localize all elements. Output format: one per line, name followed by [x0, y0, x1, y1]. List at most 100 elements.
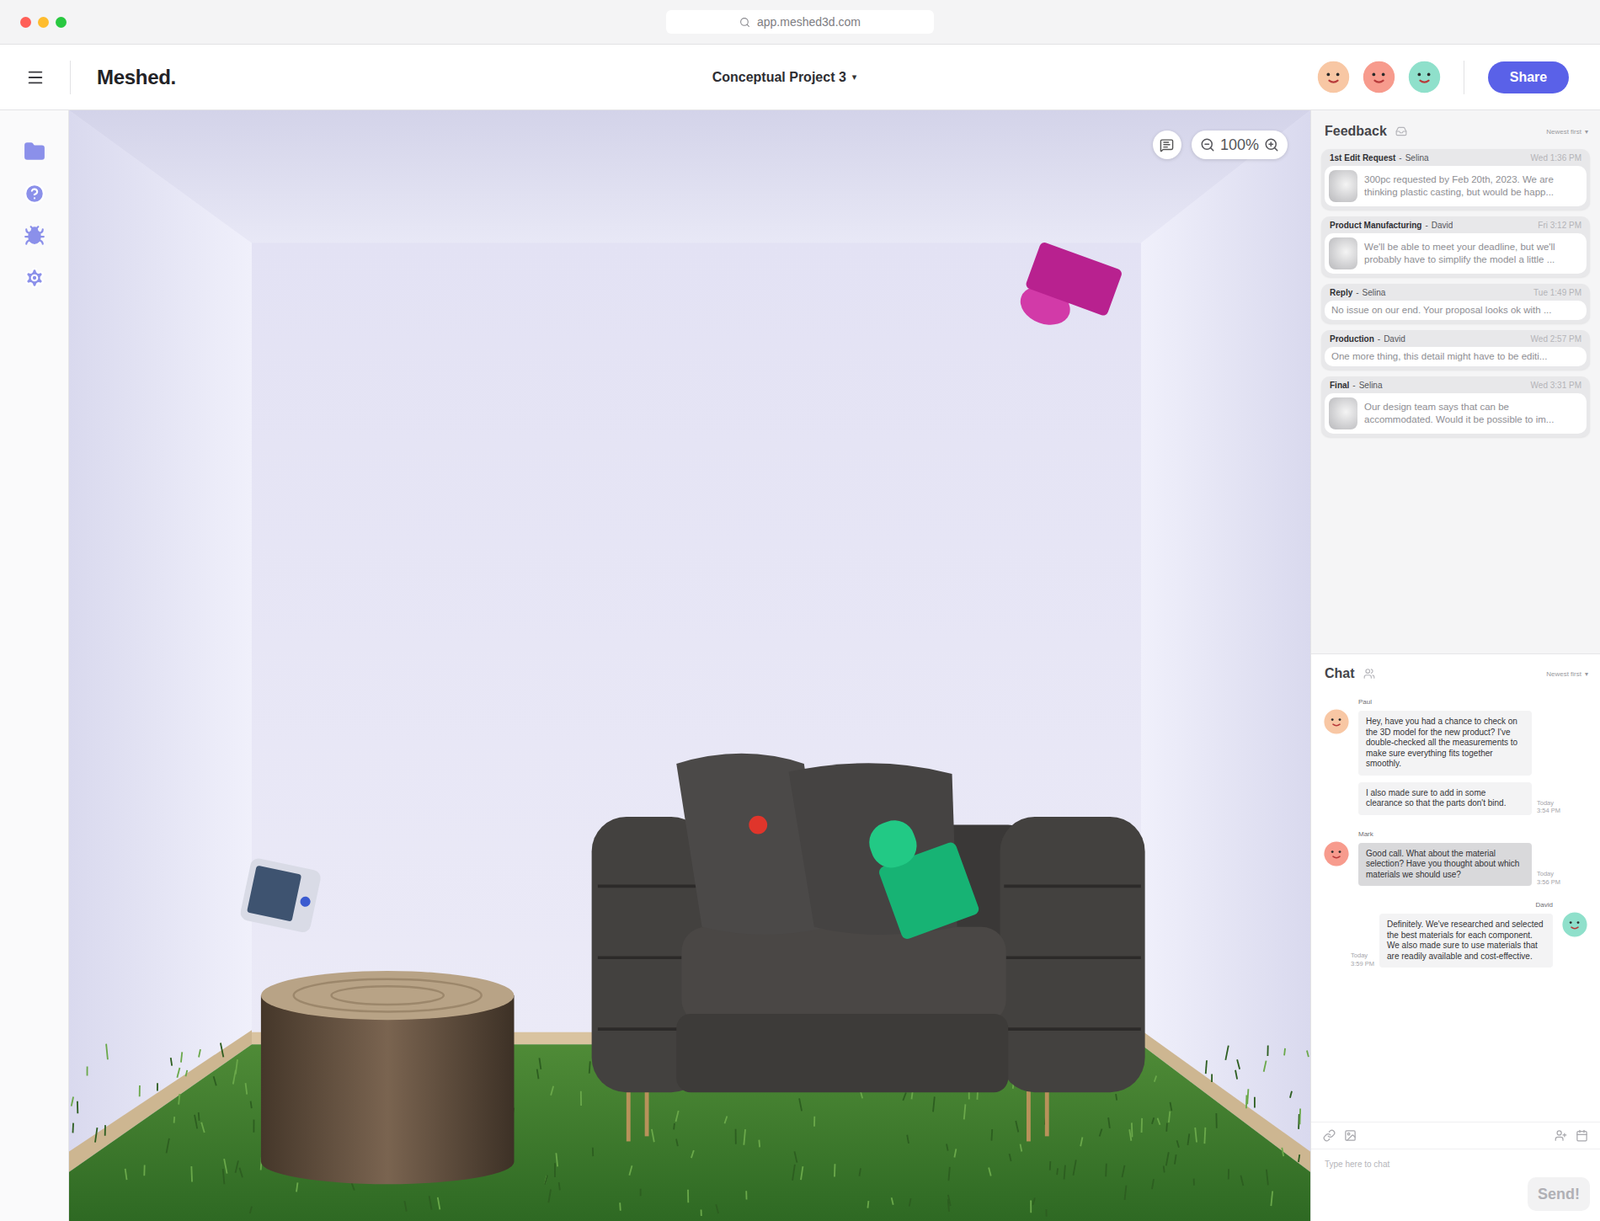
caret-icon: ▾	[852, 71, 858, 83]
send-button[interactable]: Send!	[1527, 1177, 1590, 1211]
feedback-author: Selina	[1359, 380, 1383, 390]
message-time: Today3:54 PM	[1536, 799, 1561, 816]
feedback-title: 1st Edit Request	[1329, 153, 1396, 163]
feedback-list: 1st Edit Request-SelinaWed 1:36 PM300pc …	[1311, 149, 1600, 438]
mention-button[interactable]	[1554, 1129, 1568, 1142]
chat-message: Mark Good call. What about the material s…	[1322, 830, 1589, 887]
user-avatar-icon[interactable]	[1322, 708, 1350, 736]
feedback-card[interactable]: 1st Edit Request-Selina Wed 1:36 PM 300pc …	[1321, 149, 1590, 210]
hamburger-icon	[26, 68, 45, 87]
people-icon	[1363, 667, 1376, 680]
app-header: Meshed. Conceptual Project 3▾ Share	[0, 44, 1600, 111]
sort-dropdown[interactable]: Newest first▾	[1546, 670, 1589, 678]
feedback-title: Production	[1329, 334, 1375, 344]
close-button[interactable]	[20, 16, 32, 28]
chat-section: Chat Newest first▾ Paul Hey, have you had a…	[1311, 653, 1600, 1221]
bug-icon	[23, 224, 46, 247]
zoom-control: 100%	[1191, 130, 1288, 160]
message-bubble: Good call. What about the material selec…	[1358, 842, 1532, 887]
collaborator-avatar-icon[interactable]	[1361, 59, 1397, 95]
bug-report-button[interactable]	[22, 224, 47, 248]
feedback-separator: -	[1377, 334, 1381, 344]
feedback-thumbnail	[1328, 237, 1358, 270]
message-bubble: Hey, have you had a chance to check on t…	[1358, 710, 1532, 776]
feedback-text: We'll be able to meet your deadline, but…	[1364, 240, 1580, 267]
feedback-author: David	[1431, 220, 1454, 230]
feedback-card[interactable]: Production-DavidWed 2:57 PMOne more thin…	[1321, 330, 1590, 370]
feedback-author: Selina	[1405, 153, 1430, 163]
url-text: app.meshed3d.com	[757, 15, 861, 29]
message-author: Paul	[1358, 698, 1372, 706]
image-icon	[1344, 1129, 1357, 1142]
feedback-separator: -	[1424, 220, 1428, 230]
chat-title: Chat	[1324, 666, 1376, 682]
divider	[1463, 60, 1465, 95]
sort-dropdown[interactable]: Newest first▾	[1546, 128, 1589, 136]
green-model[interactable]	[863, 802, 981, 941]
message-time: Today3:56 PM	[1536, 869, 1561, 886]
feedback-author: Selina	[1362, 288, 1387, 298]
sidebar	[0, 110, 70, 1221]
gear-icon	[23, 266, 46, 289]
feedback-time: Wed 1:36 PM	[1530, 153, 1582, 163]
feedback-card[interactable]: Reply-SelinaTue 1:49 PMNo issue on our e…	[1321, 283, 1590, 324]
feedback-card[interactable]: Final-SelinaWed 3:31 PMOur design team s…	[1321, 376, 1590, 438]
collaborator-avatar-icon[interactable]	[1407, 59, 1442, 95]
user-avatar-icon[interactable]	[1322, 840, 1350, 868]
comment-button[interactable]	[1152, 130, 1182, 160]
feedback-title: Feedback	[1324, 123, 1408, 139]
feedback-separator: -	[1398, 153, 1402, 163]
attach-image-button[interactable]	[1344, 1129, 1357, 1142]
settings-button[interactable]	[22, 266, 47, 290]
message-bubble: Definitely. We've researched and selecte…	[1379, 913, 1553, 968]
feedback-text: Our design team says that can be accommo…	[1364, 400, 1580, 427]
pink-model[interactable]	[1014, 240, 1123, 344]
zoom-out-icon	[1200, 137, 1216, 153]
calendar-icon	[1575, 1129, 1589, 1142]
zoom-in-button[interactable]	[1264, 137, 1280, 153]
user-avatar-icon[interactable]	[1561, 911, 1589, 939]
chat-message: Paul Hey, have you had a chance to check …	[1322, 698, 1589, 816]
room-scene	[69, 110, 1311, 1221]
armchair[interactable]	[592, 753, 1146, 1142]
tree-stump[interactable]	[261, 970, 515, 1184]
message-list: Paul Hey, have you had a chance to check …	[1311, 689, 1600, 1122]
minimize-button[interactable]	[37, 16, 49, 28]
window-controls	[20, 16, 667, 28]
feedback-title: Reply	[1329, 288, 1353, 298]
files-button[interactable]	[22, 139, 47, 164]
feedback-section: FeedbackNewest first▾1st Edit Request-Se…	[1311, 110, 1600, 654]
red-marker[interactable]	[748, 816, 768, 835]
feedback-time: Wed 3:31 PM	[1530, 380, 1582, 390]
attach-link-button[interactable]	[1322, 1129, 1336, 1142]
zoom-level: 100%	[1220, 136, 1259, 155]
feedback-thumbnail	[1328, 397, 1358, 430]
right-panel: FeedbackNewest first▾1st Edit Request-Se…	[1310, 110, 1600, 1221]
comment-icon	[1159, 138, 1174, 153]
project-selector[interactable]: Conceptual Project 3▾	[712, 69, 858, 86]
url-field[interactable]: app.meshed3d.com	[666, 10, 934, 34]
feedback-title: Product Manufacturing	[1329, 220, 1422, 230]
share-button[interactable]: Share	[1488, 61, 1569, 94]
maximize-button[interactable]	[55, 16, 67, 28]
message-author: Mark	[1358, 830, 1374, 838]
inbox-icon	[1395, 125, 1408, 138]
collaborators	[1316, 59, 1442, 95]
feedback-text: No issue on our end. Your proposal looks…	[1331, 304, 1552, 317]
folder-icon	[23, 140, 46, 163]
collaborator-avatar-icon[interactable]	[1316, 59, 1351, 95]
help-button[interactable]	[22, 181, 47, 206]
feedback-card[interactable]: Product Manufacturing-DavidFri 3:12 PMWe…	[1321, 216, 1590, 278]
viewport: 100%	[69, 110, 1311, 1221]
user-add-icon	[1554, 1129, 1568, 1142]
logo: Meshed.	[96, 65, 176, 90]
chat-input[interactable]	[1324, 1154, 1520, 1174]
menu-button[interactable]	[0, 60, 71, 95]
feedback-text: 300pc requested by Feb 20th, 2023. We ar…	[1364, 173, 1580, 199]
camera-model[interactable]	[239, 857, 323, 934]
zoom-out-button[interactable]	[1200, 137, 1216, 153]
feedback-time: Wed 2:57 PM	[1530, 334, 1582, 344]
browser-bar: app.meshed3d.com	[0, 0, 1600, 45]
schedule-button[interactable]	[1575, 1129, 1589, 1142]
zoom-in-icon	[1264, 137, 1280, 153]
